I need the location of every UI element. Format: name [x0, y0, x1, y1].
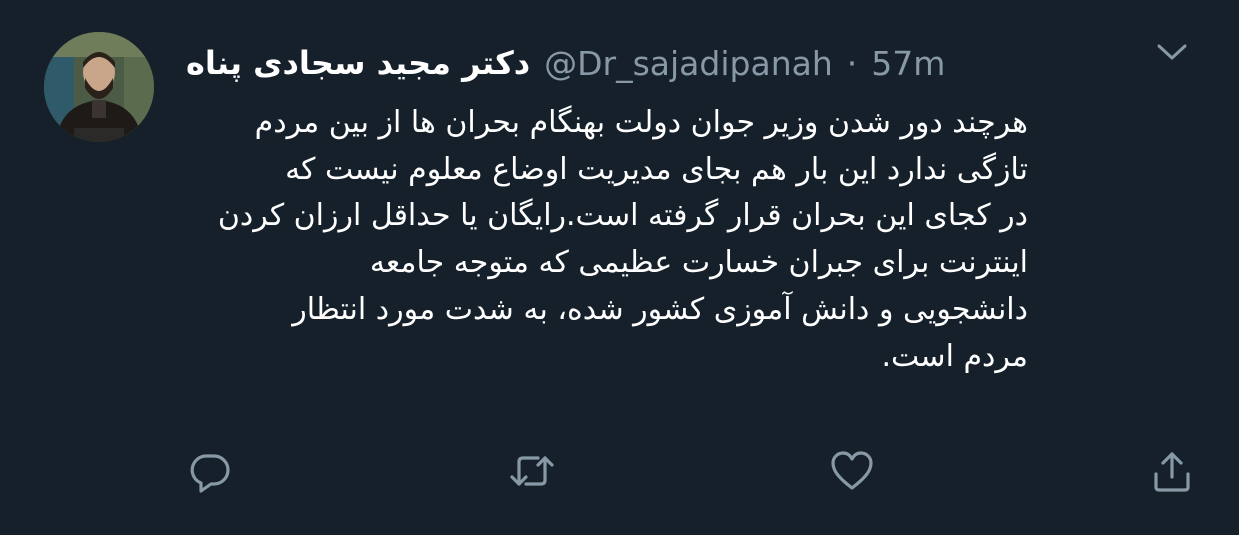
- display-name[interactable]: دکتر مجید سجادی پناه: [186, 44, 530, 82]
- tweet-card[interactable]: دکتر مجید سجادی پناه @Dr_sajadipanah · 5…: [0, 0, 1239, 535]
- share-button[interactable]: [1147, 446, 1197, 496]
- retweet-button[interactable]: [507, 446, 557, 496]
- share-icon: [1154, 452, 1190, 492]
- like-icon: [831, 451, 873, 490]
- tweet-header: دکتر مجید سجادی پناه @Dr_sajadipanah · 5…: [186, 38, 945, 88]
- user-handle[interactable]: @Dr_sajadipanah: [544, 44, 833, 83]
- chevron-down-icon: [1157, 44, 1187, 60]
- avatar-image: [44, 32, 154, 142]
- reply-button[interactable]: [185, 446, 235, 496]
- avatar[interactable]: [44, 32, 154, 142]
- reply-icon: [190, 454, 230, 493]
- tweet-timestamp[interactable]: 57m: [871, 44, 945, 83]
- like-button[interactable]: [827, 446, 877, 496]
- more-options-button[interactable]: [1150, 36, 1194, 66]
- retweet-icon: [510, 456, 554, 486]
- tweet-text: هرچند دور شدن وزیر جوان دولت بهنگام بحرا…: [217, 105, 1028, 374]
- separator-dot: ·: [846, 43, 858, 83]
